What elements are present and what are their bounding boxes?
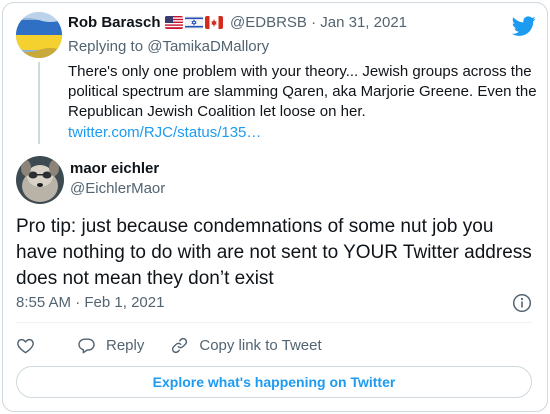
author-name[interactable]: maor eichler (70, 160, 159, 177)
parent-date[interactable]: Jan 31, 2021 (320, 14, 407, 31)
parent-handle[interactable]: @EDBRSB (230, 14, 307, 31)
tweet-timestamp[interactable]: 8:55 AM · Feb 1, 2021 (16, 294, 164, 311)
info-icon[interactable] (512, 293, 532, 313)
separator-dot: · (311, 14, 317, 31)
link-icon (172, 337, 188, 353)
replying-to-label: Replying to (68, 38, 144, 55)
parent-avatar[interactable] (16, 12, 62, 58)
parent-author-name[interactable]: Rob Barasch (68, 14, 161, 31)
parent-handle-and-date: @EDBRSB · Jan 31, 2021 (230, 14, 407, 31)
author-avatar[interactable] (16, 156, 64, 204)
tweet-time[interactable]: 8:55 AM (16, 294, 71, 311)
tweet-text: Pro tip: just because condemnations of s… (16, 216, 532, 289)
parent-tweet-link[interactable]: twitter.com/RJC/status/135… (68, 124, 261, 141)
divider (16, 322, 532, 323)
ukraine-flag-avatar-image (16, 12, 62, 58)
explore-button[interactable]: Explore what's happening on Twitter (16, 366, 532, 398)
copy-link-label: Copy link to Tweet (199, 336, 322, 354)
twitter-bird-icon[interactable] (511, 14, 536, 38)
thread-connector-line (38, 62, 40, 144)
parent-tweet-text: There's only one problem with your theor… (68, 63, 537, 120)
tweet-date[interactable]: Feb 1, 2021 (84, 294, 164, 311)
reply-icon (78, 337, 95, 353)
heart-icon (17, 338, 34, 353)
replying-to-line: Replying to @TamikaDMallory (68, 38, 269, 55)
author-handle[interactable]: @EichlerMaor (70, 180, 165, 197)
reply-label: Reply (106, 336, 145, 354)
author-flags (165, 16, 223, 29)
separator-dot: · (75, 294, 81, 311)
canada-flag-icon (205, 16, 223, 29)
tweet-actions: Reply Copy link to Tweet (16, 334, 322, 356)
reply-button[interactable]: Reply (77, 336, 144, 355)
israel-flag-icon (185, 16, 203, 29)
replying-to-handle[interactable]: @TamikaDMallory (147, 38, 269, 55)
copy-link-button[interactable]: Copy link to Tweet (170, 336, 322, 355)
like-button[interactable] (16, 336, 45, 355)
us-flag-icon (165, 16, 183, 29)
dog-avatar-image (16, 156, 64, 204)
